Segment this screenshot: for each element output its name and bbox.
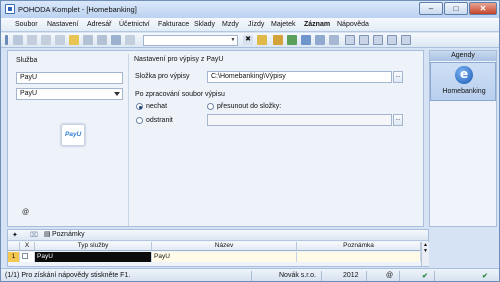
toolbar-grip-icon: [5, 35, 8, 45]
table-row[interactable]: 1 PayU PayU: [8, 252, 421, 262]
row-number-header: [8, 242, 20, 251]
keep-label: nechat: [146, 103, 168, 110]
filter-clear-icon[interactable]: ✖: [243, 35, 253, 45]
after-processing-label: Po zpracování soubor výpisu: [135, 91, 225, 98]
grid-scrollbar[interactable]: ▲ ▼: [421, 242, 429, 266]
status-year: 2012: [343, 272, 359, 279]
move-label: přesunout do složky:: [217, 103, 282, 110]
help-at-icon[interactable]: @: [22, 209, 29, 216]
row-type[interactable]: PayU: [35, 252, 152, 262]
toolbar-delete-icon[interactable]: [41, 35, 51, 45]
toolbar-find-icon[interactable]: [125, 35, 135, 45]
keep-radio[interactable]: [136, 103, 143, 110]
service-name-input[interactable]: PayU: [16, 72, 123, 84]
toolbar-edit-icon[interactable]: [27, 35, 37, 45]
agenda-item-label: Homebanking: [442, 88, 486, 95]
agenda-item-homebanking[interactable]: Homebanking: [430, 62, 496, 101]
folder-input[interactable]: C:\Homebanking\Výpisy: [207, 71, 392, 83]
tab-notes[interactable]: Poznámky: [52, 231, 85, 238]
bottom-toolbar: ✦ ⌧ ▤ Poznámky: [8, 230, 428, 241]
check-icon-2: ✔: [482, 273, 488, 280]
menu-mzdy[interactable]: Mzdy: [222, 21, 239, 28]
column-note[interactable]: Poznámka: [297, 242, 421, 251]
menu-zaznam[interactable]: Záznam: [304, 21, 330, 28]
menu-majetek[interactable]: Majetek: [271, 21, 296, 28]
window-title: POHODA Komplet - [Homebanking]: [18, 5, 137, 14]
service-panel: Služba PayU PayU PayU @: [13, 54, 129, 226]
toolbar-copy-icon[interactable]: [55, 35, 65, 45]
agenda-panel: Agendy Homebanking: [429, 50, 497, 227]
toolbar-attachment-icon[interactable]: [273, 35, 283, 45]
toolbar-envelope-icon[interactable]: [257, 35, 267, 45]
move-folder-browse-button[interactable]: ...: [393, 114, 403, 126]
toolbar-save-icon[interactable]: [83, 35, 93, 45]
main-toolbar: ▼ ✖: [1, 33, 499, 48]
folder-label: Složka pro výpisy: [135, 73, 190, 80]
row-name[interactable]: PayU: [152, 252, 297, 262]
menu-fakturace[interactable]: Fakturace: [158, 21, 189, 28]
homebanking-icon: [455, 66, 473, 84]
toolbar-undo-icon[interactable]: [97, 35, 107, 45]
toolbar-layout-icon[interactable]: [401, 35, 411, 45]
settings-header: Nastavení pro výpisy z PayU: [134, 56, 224, 63]
toolbar-filter-select[interactable]: ▼: [143, 35, 238, 46]
bottom-panel: ✦ ⌧ ▤ Poznámky X Typ služby Název Poznám…: [7, 229, 429, 267]
folder-browse-button[interactable]: ...: [393, 71, 403, 83]
payu-logo: PayU: [61, 124, 85, 146]
service-label: Služba: [16, 57, 38, 64]
service-select[interactable]: PayU: [16, 88, 123, 100]
toolbar-folder-icon[interactable]: [69, 35, 79, 45]
toolbar-calc-icon[interactable]: [315, 35, 325, 45]
check-icon: ✔: [422, 273, 428, 280]
minimize-button[interactable]: –: [419, 2, 443, 15]
menu-sklady[interactable]: Sklady: [194, 21, 215, 28]
status-bar: (1/1) Pro získání nápovědy stiskněte F1.…: [1, 268, 499, 281]
application-window: POHODA Komplet - [Homebanking] – □ ✕ Sou…: [0, 0, 500, 282]
row-note[interactable]: [297, 252, 421, 262]
menu-adresar[interactable]: Adresář: [87, 21, 112, 28]
close-button[interactable]: ✕: [469, 2, 497, 15]
toolbar-tile-icon[interactable]: [359, 35, 369, 45]
status-company: Novák s.r.o.: [279, 272, 316, 279]
settings-panel: Nastavení pro výpisy z PayU Složka pro v…: [134, 54, 422, 226]
toolbar-window-icon[interactable]: [345, 35, 355, 45]
status-at-icon[interactable]: @: [386, 272, 393, 279]
agenda-header: Agendy: [430, 51, 496, 61]
chevron-down-icon: [114, 92, 120, 96]
toolbar-grid-icon[interactable]: [373, 35, 383, 45]
star-icon[interactable]: ✦: [12, 231, 18, 239]
filter-icon[interactable]: ⌧: [30, 231, 38, 239]
column-name[interactable]: Název: [152, 242, 297, 251]
toolbar-link-icon[interactable]: [287, 35, 297, 45]
services-grid: X Typ služby Název Poznámka 1 PayU PayU: [8, 242, 428, 266]
toolbar-panel-icon[interactable]: [387, 35, 397, 45]
menu-soubor[interactable]: Soubor: [15, 21, 38, 28]
row-number: 1: [8, 252, 20, 262]
toolbar-report-icon[interactable]: [329, 35, 339, 45]
menu-nastaveni[interactable]: Nastavení: [47, 21, 79, 28]
service-select-value: PayU: [20, 90, 38, 97]
menu-ucetnictvi[interactable]: Účetnictví: [119, 21, 150, 28]
status-help-text: (1/1) Pro získání nápovědy stiskněte F1.: [5, 272, 131, 279]
toolbar-print-icon[interactable]: [111, 35, 121, 45]
column-type[interactable]: Typ služby: [35, 242, 152, 251]
delete-radio[interactable]: [136, 117, 143, 124]
app-icon: [5, 4, 15, 14]
toolbar-new-icon[interactable]: [13, 35, 23, 45]
maximize-button[interactable]: □: [444, 2, 468, 15]
move-radio[interactable]: [207, 103, 214, 110]
title-bar[interactable]: POHODA Komplet - [Homebanking] – □ ✕: [1, 1, 499, 18]
menu-napoveda[interactable]: Nápověda: [337, 21, 369, 28]
delete-label: odstranit: [146, 117, 173, 124]
homebanking-form: Služba PayU PayU PayU @ Nastavení pro vý…: [7, 50, 424, 227]
toolbar-table-icon[interactable]: [301, 35, 311, 45]
move-folder-input[interactable]: [207, 114, 392, 126]
row-checkbox[interactable]: [20, 252, 35, 262]
menu-jizdy[interactable]: Jízdy: [248, 21, 264, 28]
notes-doc-icon: ▤: [44, 231, 51, 238]
column-x[interactable]: X: [20, 242, 35, 251]
menu-bar: Soubor Nastavení Adresář Účetnictví Fakt…: [1, 18, 499, 32]
